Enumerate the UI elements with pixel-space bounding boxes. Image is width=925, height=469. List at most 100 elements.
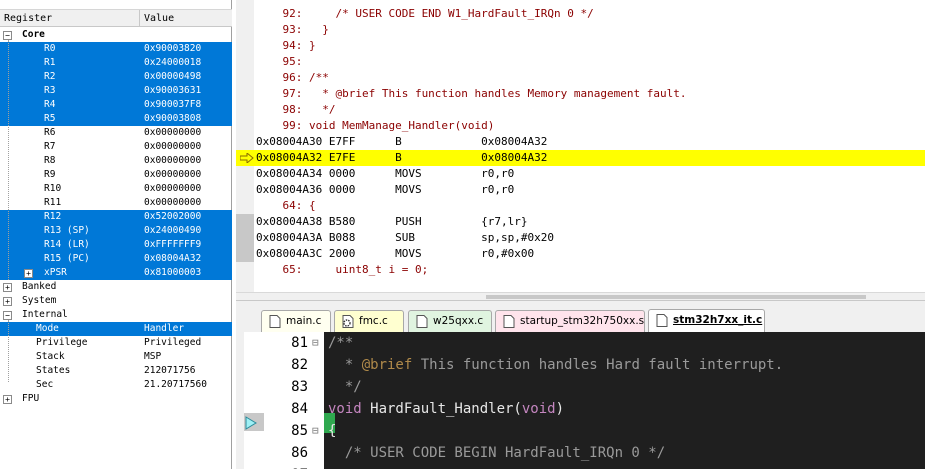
register-value[interactable]: Privileged [144, 336, 201, 350]
register-row[interactable]: + Banked [0, 280, 232, 294]
register-row[interactable]: + xPSR 0x81000003 [0, 266, 232, 280]
register-row[interactable]: − Core [0, 28, 232, 42]
source-line[interactable]: 98: */ [236, 102, 925, 118]
collapse-icon[interactable]: − [3, 31, 12, 40]
instruction-line[interactable]: 0x08004A34 0000 MOVS r0,r0 [236, 166, 925, 182]
register-row[interactable]: R4 0x900037F8 [0, 98, 232, 112]
register-row[interactable]: R7 0x00000000 [0, 140, 232, 154]
register-value[interactable]: 0x81000003 [144, 266, 201, 280]
register-value[interactable]: 0x90003808 [144, 112, 201, 126]
register-row[interactable]: R11 0x00000000 [0, 196, 232, 210]
register-row[interactable]: R3 0x90003631 [0, 84, 232, 98]
register-name: R14 (LR) [44, 239, 90, 250]
code-line[interactable]: 84 void HardFault_Handler(void) [236, 398, 925, 420]
code-line[interactable]: 82 * @brief This function handles Hard f… [236, 354, 925, 376]
code-token: HardFault_Handler( [361, 401, 522, 417]
register-row[interactable]: Sec 21.20717560 [0, 378, 232, 392]
register-row[interactable]: R12 0x52002000 [0, 210, 232, 224]
register-row[interactable]: R5 0x90003808 [0, 112, 232, 126]
register-row[interactable]: − Internal [0, 308, 232, 322]
source-line[interactable]: 96: /** [236, 70, 925, 86]
code-token: void [521, 401, 556, 417]
tab-stm32h7xx-it-c[interactable]: stm32h7xx_it.c [648, 309, 765, 333]
register-row[interactable]: States 212071756 [0, 364, 232, 378]
register-row[interactable]: R14 (LR) 0xFFFFFFF9 [0, 238, 232, 252]
expand-icon[interactable]: + [3, 297, 12, 306]
fold-toggle-icon[interactable]: ⊟ [312, 332, 319, 354]
tab-fmc-c[interactable]: fmc.c [334, 310, 404, 332]
source-line[interactable]: 65: uint8_t i = 0; [236, 262, 925, 278]
register-value[interactable]: 0xFFFFFFF9 [144, 238, 201, 252]
register-value[interactable]: 0x90003631 [144, 84, 201, 98]
code-line[interactable]: 86 /* USER CODE BEGIN HardFault_IRQn 0 *… [236, 442, 925, 464]
instruction-text: 0x08004A38 B580 PUSH {r7,lr} [256, 215, 528, 228]
register-row[interactable]: R10 0x00000000 [0, 182, 232, 196]
code-token: void [328, 401, 362, 417]
tab-startup-stm32h750xx-s[interactable]: startup_stm32h750xx.s [495, 310, 645, 332]
scrollbar-thumb[interactable] [486, 295, 866, 299]
register-row[interactable]: R15 (PC) 0x08004A32 [0, 252, 232, 266]
instruction-line[interactable]: 0x08004A3A B088 SUB sp,sp,#0x20 [236, 230, 925, 246]
source-line[interactable]: 95: [236, 54, 925, 70]
code-text: */ [328, 376, 362, 398]
instruction-line[interactable]: 0x08004A3C 2000 MOVS r0,#0x00 [236, 246, 925, 262]
register-value[interactable]: 0x00000000 [144, 154, 201, 168]
register-row[interactable]: R0 0x90003820 [0, 42, 232, 56]
source-line[interactable]: 94: } [236, 38, 925, 54]
register-row[interactable]: R13 (SP) 0x24000490 [0, 224, 232, 238]
tab-main-c[interactable]: main.c [261, 310, 331, 332]
register-value[interactable]: 0x24000018 [144, 56, 201, 70]
code-line[interactable]: 85 ⊟ { [236, 420, 925, 442]
register-row[interactable]: Stack MSP [0, 350, 232, 364]
code-line[interactable]: 87 [236, 464, 925, 469]
register-value[interactable]: 0x00000000 [144, 182, 201, 196]
instruction-line[interactable]: 0x08004A38 B580 PUSH {r7,lr} [236, 214, 925, 230]
register-name: R13 (SP) [44, 225, 90, 236]
instruction-line[interactable]: 0x08004A32 E7FE B 0x08004A32 [236, 150, 925, 166]
register-value[interactable]: 0x24000490 [144, 224, 201, 238]
register-value[interactable]: Handler [144, 322, 184, 336]
register-row[interactable]: + FPU [0, 392, 232, 406]
register-value[interactable]: 0x00000000 [144, 168, 201, 182]
expand-icon[interactable]: + [24, 269, 33, 278]
source-line[interactable]: 93: } [236, 22, 925, 38]
register-value[interactable]: 0x90003820 [144, 42, 201, 56]
register-row[interactable]: Mode Handler [0, 322, 232, 336]
register-row[interactable]: R2 0x00000498 [0, 70, 232, 84]
register-row[interactable]: + System [0, 294, 232, 308]
source-line[interactable]: 99: void MemManage_Handler(void) [236, 118, 925, 134]
register-value[interactable]: 0x00000000 [144, 196, 201, 210]
value-column-header[interactable]: Value [140, 10, 232, 27]
register-row[interactable]: R8 0x00000000 [0, 154, 232, 168]
fold-toggle-icon[interactable]: ⊟ [312, 420, 319, 442]
source-editor[interactable]: 81 ⊟/** 82 * @brief This function handles … [236, 332, 925, 469]
register-value[interactable]: 21.20717560 [144, 378, 207, 392]
instruction-line[interactable]: 0x08004A30 E7FF B 0x08004A32 [236, 134, 925, 150]
tab-w25qxx-c[interactable]: w25qxx.c [408, 310, 492, 332]
source-line[interactable]: 97: * @brief This function handles Memor… [236, 86, 925, 102]
collapse-icon[interactable]: − [3, 311, 12, 320]
register-value[interactable]: 0x52002000 [144, 210, 201, 224]
line-number: 83 [291, 379, 308, 395]
register-row[interactable]: R6 0x00000000 [0, 126, 232, 140]
register-value[interactable]: 0x00000000 [144, 126, 201, 140]
register-value[interactable]: 0x900037F8 [144, 98, 201, 112]
register-value[interactable]: 0x00000498 [144, 70, 201, 84]
code-line[interactable]: 81 ⊟ /** [236, 332, 925, 354]
register-row[interactable]: R9 0x00000000 [0, 168, 232, 182]
register-row[interactable]: Privilege Privileged [0, 336, 232, 350]
expand-icon[interactable]: + [3, 283, 12, 292]
expand-icon[interactable]: + [3, 395, 12, 404]
register-value[interactable]: 0x00000000 [144, 140, 201, 154]
register-name: R7 [44, 141, 56, 152]
source-line[interactable]: 64: { [236, 198, 925, 214]
register-value[interactable]: 212071756 [144, 364, 195, 378]
register-column-header[interactable]: Register [0, 10, 140, 27]
register-value[interactable]: MSP [144, 350, 161, 364]
source-line[interactable]: 92: /* USER CODE END W1_HardFault_IRQn 0… [236, 6, 925, 22]
disassembly-horizontal-scrollbar[interactable] [236, 292, 925, 300]
instruction-line[interactable]: 0x08004A36 0000 MOVS r0,r0 [236, 182, 925, 198]
register-value[interactable]: 0x08004A32 [144, 252, 201, 266]
code-line[interactable]: 83 */ [236, 376, 925, 398]
register-row[interactable]: R1 0x24000018 [0, 56, 232, 70]
